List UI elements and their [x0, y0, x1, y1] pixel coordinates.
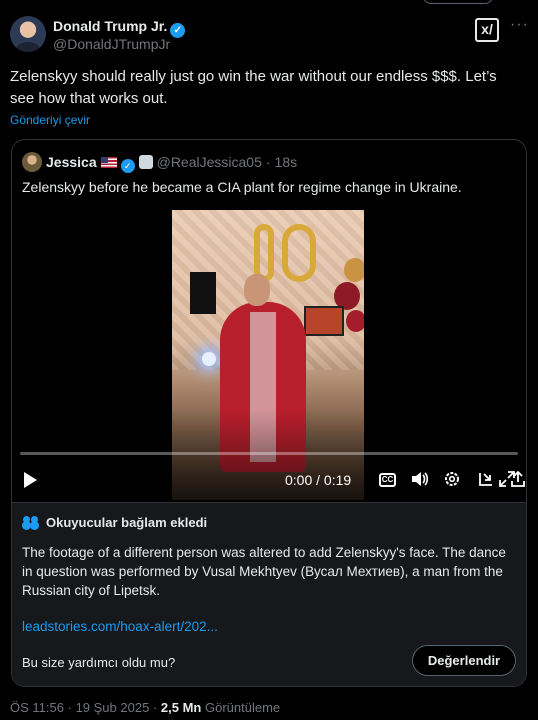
author-name-row[interactable]: Donald Trump Jr. ✓: [53, 18, 186, 38]
quote-tweet-card[interactable]: Jessica ✓ @RealJessica05 · 18s Zelenskyy bef…: [11, 139, 527, 687]
verified-badge-icon: ✓: [170, 23, 186, 38]
rate-note-button[interactable]: Değerlendir: [412, 645, 516, 676]
quote-separator: ·: [265, 154, 271, 170]
meta-separator: ·: [67, 700, 72, 715]
tweet-text: Zelenskyy should really just go win the …: [10, 68, 497, 107]
video-controls: 0:00 / 0:19 CC: [12, 462, 526, 498]
dancer-head: [244, 274, 270, 306]
speaker: [190, 272, 216, 314]
view-label: Görüntüleme: [204, 700, 281, 715]
volume-icon[interactable]: [409, 470, 429, 490]
play-icon[interactable]: [24, 472, 37, 488]
community-note-title: Okuyucular bağlam ekledi: [46, 515, 208, 530]
readers-icon: [22, 516, 40, 528]
community-note: Okuyucular bağlam ekledi The footage of …: [12, 502, 526, 686]
quote-header: Jessica ✓ @RealJessica05 · 18s: [22, 152, 298, 173]
community-note-link[interactable]: leadstories.com/hoax-alert/202...: [22, 619, 218, 634]
author-avatar[interactable]: [10, 16, 46, 52]
author-name[interactable]: Donald Trump Jr.: [53, 18, 167, 34]
settings-icon[interactable]: [442, 470, 462, 490]
view-count: 2,5 Mn: [160, 700, 202, 715]
video-progress-bar[interactable]: [20, 452, 518, 455]
tweet-meta: ÖS 11:56 · 19 Şub 2025 · 2,5 Mn Görüntül…: [10, 700, 280, 715]
stage-light: [202, 352, 216, 366]
balloon: [346, 310, 364, 332]
quote-author-handle[interactable]: @RealJessica05: [157, 154, 262, 170]
balloon: [344, 258, 364, 282]
video-time: 0:00 / 0:19: [285, 472, 352, 488]
author-handle[interactable]: @DonaldJTrumpJr: [53, 36, 170, 52]
quote-timestamp[interactable]: 18s: [275, 154, 298, 170]
tweet-header: Donald Trump Jr. ✓ @DonaldJTrumpJr x/ ···: [10, 14, 530, 54]
community-note-body: The footage of a different person was al…: [22, 545, 506, 598]
tweet-time[interactable]: ÖS 11:56: [10, 700, 64, 715]
quote-author-name[interactable]: Jessica: [46, 154, 97, 170]
pip-icon[interactable]: [476, 470, 496, 490]
quote-text: Zelenskyy before he became a CIA plant f…: [22, 179, 462, 195]
background-screen: [304, 306, 344, 336]
us-flag-icon: [100, 157, 117, 168]
quote-avatar[interactable]: [22, 152, 42, 172]
more-icon[interactable]: ···: [510, 16, 529, 34]
helpful-question: Bu size yardımcı oldu mu?: [22, 655, 176, 670]
translate-link[interactable]: Gönderiyi çevir: [10, 113, 90, 127]
video-frame[interactable]: [172, 210, 364, 500]
video-player[interactable]: 0:00 / 0:19 CC: [12, 208, 526, 500]
tweet-date[interactable]: 19 Şub 2025: [76, 700, 150, 715]
grok-icon[interactable]: x/: [475, 18, 499, 42]
fullscreen-icon[interactable]: [496, 470, 518, 492]
top-pill-button[interactable]: [423, 0, 493, 4]
community-note-heading: Okuyucular bağlam ekledi: [22, 515, 207, 530]
meta-separator: ·: [152, 700, 158, 715]
affiliate-badge-icon: [138, 155, 153, 169]
verified-badge-icon: ✓: [120, 159, 135, 173]
captions-icon[interactable]: CC: [379, 473, 396, 487]
balloon-digit: [282, 224, 316, 282]
